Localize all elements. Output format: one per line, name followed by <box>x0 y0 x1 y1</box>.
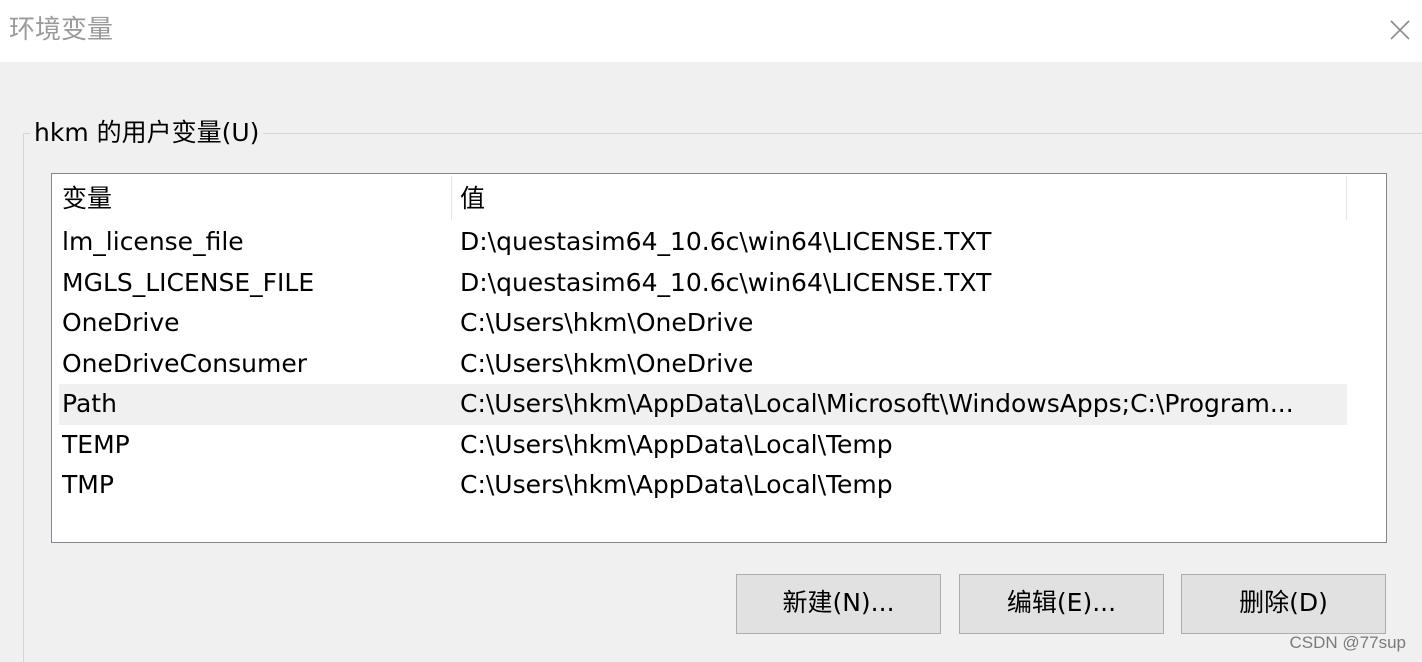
variable-value: D:\questasim64_10.6c\win64\LICENSE.TXT <box>460 227 992 256</box>
variable-value: C:\Users\hkm\OneDrive <box>460 308 754 337</box>
column-divider[interactable] <box>1346 176 1347 220</box>
variable-value: C:\Users\hkm\OneDrive <box>460 348 754 378</box>
variable-value: C:\Users\hkm\AppData\Local\Microsoft\Win… <box>460 389 1294 418</box>
list-header: 变量 值 <box>52 174 1386 222</box>
variable-name: TEMP <box>62 429 130 459</box>
list-rows: lm_license_file D:\questasim64_10.6c\win… <box>59 222 1347 506</box>
delete-button[interactable]: 删除(D) <box>1181 574 1386 634</box>
table-row[interactable]: lm_license_file D:\questasim64_10.6c\win… <box>59 222 1347 263</box>
variable-value: D:\questasim64_10.6c\win64\LICENSE.TXT <box>460 267 992 297</box>
window-title: 环境变量 <box>9 15 114 45</box>
table-row[interactable]: OneDriveConsumer C:\Users\hkm\OneDrive <box>59 344 1347 385</box>
column-header-name[interactable]: 变量 <box>62 183 112 215</box>
variable-name: MGLS_LICENSE_FILE <box>62 267 315 297</box>
variable-value: C:\Users\hkm\AppData\Local\Temp <box>460 470 893 499</box>
table-row[interactable]: MGLS_LICENSE_FILE D:\questasim64_10.6c\w… <box>59 263 1347 304</box>
user-variables-label: hkm 的用户变量(U) <box>30 117 264 149</box>
variable-value: C:\Users\hkm\AppData\Local\Temp <box>460 429 893 459</box>
variable-name: OneDriveConsumer <box>62 348 308 378</box>
variable-name: TMP <box>62 470 114 499</box>
new-button[interactable]: 新建(N)... <box>736 574 941 634</box>
table-row[interactable]: TMP C:\Users\hkm\AppData\Local\Temp <box>59 465 1347 506</box>
variable-name: lm_license_file <box>62 227 244 256</box>
title-bar: 环境变量 <box>0 0 1422 62</box>
column-header-value[interactable]: 值 <box>460 183 485 215</box>
column-divider[interactable] <box>451 176 452 220</box>
table-row[interactable]: OneDrive C:\Users\hkm\OneDrive <box>59 303 1347 344</box>
table-row-selected[interactable]: Path C:\Users\hkm\AppData\Local\Microsof… <box>59 384 1347 425</box>
edit-button[interactable]: 编辑(E)... <box>959 574 1164 634</box>
variable-name: OneDrive <box>62 308 180 337</box>
close-icon <box>1390 20 1410 40</box>
environment-variables-dialog: 环境变量 hkm 的用户变量(U) 变量 值 lm_license_file D… <box>0 0 1422 662</box>
close-button[interactable] <box>1380 10 1420 50</box>
variable-name: Path <box>62 389 117 418</box>
table-row[interactable]: TEMP C:\Users\hkm\AppData\Local\Temp <box>59 425 1347 466</box>
watermark: CSDN @77sup <box>1289 633 1406 652</box>
user-variables-list[interactable]: 变量 值 lm_license_file D:\questasim64_10.6… <box>51 173 1387 543</box>
